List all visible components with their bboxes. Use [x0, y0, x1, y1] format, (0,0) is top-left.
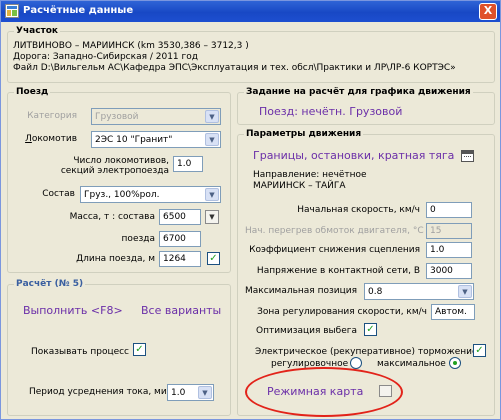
chevron-down-icon: ▼	[198, 386, 212, 399]
period-select[interactable]: 1.0 ▼	[167, 384, 214, 401]
settings-window: Расчётные данные X Участок ЛИТВИНОВО – М…	[0, 0, 501, 420]
loco-count-input[interactable]: 1.0	[173, 156, 203, 172]
chevron-down-icon: ▼	[458, 285, 472, 298]
consist-label: Состав	[42, 189, 75, 199]
direction-value: МАРИИНСК – ТАЙГА	[253, 181, 346, 191]
calendar-icon[interactable]	[461, 150, 474, 162]
run-button[interactable]: Выполнить <F8>	[23, 304, 123, 317]
optimize-label: Оптимизация выбега	[256, 326, 357, 336]
motion-legend: Параметры движения	[246, 129, 362, 139]
max-radio[interactable]	[449, 357, 461, 369]
train-legend: Поезд	[16, 87, 49, 97]
loco-label: Локомотив	[25, 134, 77, 144]
overheat-input: 15	[426, 223, 472, 239]
speed-zone-label: Зона регулирования скорости, км/ч	[257, 307, 427, 317]
period-label: Период усреднения тока, мин	[29, 387, 173, 397]
category-select: Грузовой ▼	[91, 108, 221, 125]
section-route: ЛИТВИНОВО – МАРИИНСК (km 3530,386 – 3712…	[13, 41, 249, 51]
title-bar: Расчётные данные X	[1, 1, 500, 22]
section-legend: Участок	[16, 26, 59, 36]
overheat-label: Нач. перегрев обмоток двигателя, °С	[245, 226, 424, 236]
highlight-oval	[245, 367, 403, 417]
mass-train-label: поезда	[121, 234, 155, 244]
braking-label: Электрическое (рекуперативное) торможени…	[255, 347, 481, 357]
reg-radio[interactable]	[350, 357, 362, 369]
loco-select[interactable]: 2ЭС 10 "Гранит" ▼	[91, 131, 221, 148]
speed-zone-input[interactable]: Автом.	[431, 304, 475, 320]
boundaries-link[interactable]: Границы, остановки, кратная тяга	[253, 149, 454, 162]
length-label: Длина поезда, м	[76, 254, 155, 264]
adhesion-input[interactable]: 1.0	[426, 242, 472, 258]
schedule-link[interactable]: Поезд: нечётн. Грузовой	[259, 105, 402, 118]
app-icon	[5, 4, 19, 18]
length-input[interactable]: 1264	[159, 251, 201, 267]
all-variants-button[interactable]: Все варианты	[141, 304, 221, 317]
calc-legend: Расчёт (№ 5)	[16, 279, 84, 289]
chevron-down-icon: ▼	[205, 133, 219, 146]
start-speed-input[interactable]: 0	[426, 202, 472, 218]
max-label: максимальное	[377, 359, 446, 369]
mass-train-value: 6700	[159, 231, 201, 247]
length-checkbox[interactable]: ✓	[207, 252, 220, 265]
consist-select[interactable]: Груз., 100%рол. ▼	[80, 186, 221, 203]
section-road: Дорога: Западно-Сибирская / 2011 год	[13, 52, 198, 62]
close-button[interactable]: X	[479, 3, 497, 20]
chevron-down-icon: ▼	[205, 188, 219, 201]
loco-count-label-2: секций электропоезда	[60, 166, 169, 176]
braking-checkbox[interactable]: ✓	[473, 344, 486, 357]
direction-label: Направление: нечётное	[253, 170, 367, 180]
max-position-select[interactable]: 0.8 ▼	[364, 283, 474, 300]
mass-label: Масса, т : состава	[69, 212, 155, 222]
show-process-checkbox[interactable]: ✓	[133, 343, 146, 356]
max-position-label: Максимальная позиция	[245, 286, 357, 296]
loco-count-label-1: Число локомотивов,	[73, 156, 169, 166]
loco-label-text: окомотив	[31, 134, 77, 144]
show-process-label: Показывать процесс	[31, 347, 130, 357]
close-icon: X	[483, 4, 493, 17]
mass-input[interactable]: 6500	[159, 209, 201, 225]
mass-spin-button[interactable]: ▼	[205, 210, 219, 224]
voltage-input[interactable]: 3000	[426, 263, 472, 279]
adhesion-label: Коэффициент снижения сцепления	[249, 245, 420, 255]
schedule-legend: Задание на расчёт для графика движения	[246, 87, 471, 97]
section-file: Файл D:\Вильгельм АС\Кафедра ЭПС\Эксплуа…	[13, 63, 456, 73]
start-speed-label: Начальная скорость, км/ч	[297, 205, 420, 215]
optimize-checkbox[interactable]: ✓	[364, 323, 377, 336]
voltage-label: Напряжение в контактной сети, В	[256, 266, 420, 276]
category-label: Категория	[27, 111, 77, 121]
chevron-down-icon: ▼	[205, 110, 219, 123]
window-title: Расчётные данные	[23, 5, 134, 16]
